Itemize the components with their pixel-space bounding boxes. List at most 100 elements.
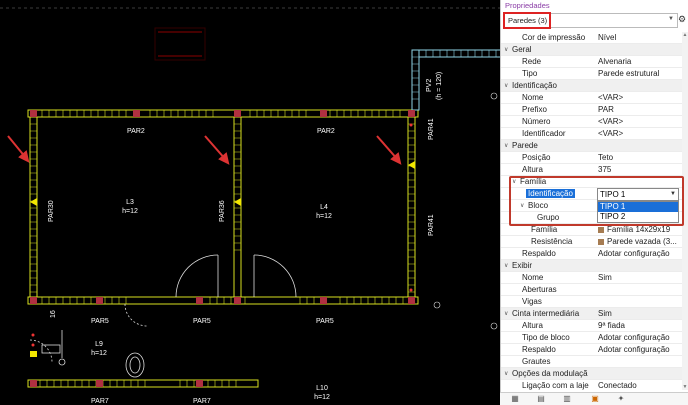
property-value[interactable]: Teto [598,152,680,164]
room-name: L10 [316,385,328,392]
property-row[interactable]: Resistência Parede vazada (3... [501,236,688,248]
property-label: Prefixo [522,105,547,114]
wall-label-par36: PAR36 [219,200,226,222]
property-row[interactable]: Respaldo Adotar configuração [501,248,688,260]
collapse-toggle-icon[interactable]: ∨ [504,140,508,152]
panel-bottom-toolbar: ▦ ▤ ▥ ▣ ✦ [500,392,688,405]
property-value[interactable]: Adotar configuração [598,332,680,344]
layers-icon[interactable]: ▤ [536,394,546,404]
property-row[interactable]: Número <VAR> [501,116,688,128]
property-row[interactable]: Altura 9ª fiada [501,320,688,332]
wall-label-par2-a: PAR2 [127,128,145,135]
property-label: Geral [512,45,532,54]
wall-label-par41-a: PAR41 [428,118,435,140]
property-value[interactable]: <VAR> [598,128,680,140]
wall-label-pv2: PV2 [426,78,433,92]
property-value[interactable]: <VAR> [598,92,680,104]
property-value[interactable]: Alvenaria [598,56,680,68]
property-category[interactable]: ∨ Cinta intermediária Sim [501,308,688,320]
collapse-toggle-icon[interactable]: ∨ [504,44,508,56]
property-value[interactable]: Parede estrutural [598,68,680,80]
property-category[interactable]: ∨ Opções da modulação [501,368,688,380]
panel-title: Propriedades [501,0,688,12]
property-row[interactable]: Aberturas [501,284,688,296]
wall-label-16: 16 [50,310,57,318]
property-value[interactable]: Parede vazada (3... [598,236,680,248]
property-row[interactable]: Grautes [501,356,688,368]
property-row[interactable]: Tipo Parede estrutural [501,68,688,80]
wall-label-par41-b: PAR41 [428,214,435,236]
property-label: Cinta intermediária [512,309,580,318]
property-value[interactable]: Nível [598,32,680,44]
selector-highlight-outline [503,12,551,29]
property-label: Nome [522,273,544,282]
property-row[interactable]: Identificador <VAR> [501,128,688,140]
property-row[interactable]: Altura 375 [501,164,688,176]
property-value[interactable]: PAR [598,104,680,116]
property-value[interactable]: <VAR> [598,116,680,128]
property-label: Respaldo [522,345,556,354]
room-height: h=12 [91,350,107,357]
collapse-toggle-icon[interactable]: ∨ [504,308,508,320]
property-row[interactable]: Nome Sim [501,272,688,284]
property-row[interactable]: Nome <VAR> [501,92,688,104]
property-value[interactable]: Adotar configuração [598,248,680,260]
scroll-down-icon[interactable]: ▼ [682,384,688,390]
floor-plan-svg [0,7,500,388]
cad-drawing-canvas[interactable]: PAR2 PAR2 PAR5 PAR5 PAR5 PAR7 PAR7 PAR30… [0,0,500,405]
chevron-down-icon: ▼ [670,191,676,197]
property-label: Exibir [512,261,533,270]
properties-icon[interactable]: ▣ [590,394,600,404]
room-name: L9 [95,341,103,348]
property-label: Identificador [522,129,566,138]
scroll-up-icon[interactable]: ▲ [682,32,688,38]
collapse-toggle-icon[interactable]: ∨ [504,80,508,92]
property-label: Aberturas [522,285,557,294]
configure-icon[interactable]: ⚙ [677,14,687,26]
property-label: Tipo de bloco [522,333,570,342]
property-row[interactable]: Vigas [501,296,688,308]
wall-label-pv2-height: (h = 120) [436,71,443,100]
collapse-toggle-icon[interactable]: ∨ [504,368,508,380]
pin-icon[interactable]: ✦ [616,394,626,404]
property-row[interactable]: Ligação com a laje Conectado [501,380,688,390]
identificacao-dropdown[interactable]: TIPO 1 ▼ [597,188,679,201]
property-row[interactable]: Respaldo Adotar configuração [501,344,688,356]
property-value[interactable]: 375 [598,164,680,176]
property-category[interactable]: ∨ Exibir [501,260,688,272]
property-value[interactable]: 9ª fiada [598,320,680,332]
grid-icon[interactable]: ▦ [510,394,520,404]
property-value[interactable]: Adotar configuração [598,344,680,356]
property-row[interactable]: Posição Teto [501,152,688,164]
room-label-l9: L9 h=12 [87,340,111,358]
room-label-l4: L4 h=12 [312,203,336,221]
property-category[interactable]: ∨ Geral [501,44,688,56]
property-row[interactable]: Rede Alvenaria [501,56,688,68]
room-height: h=12 [314,394,330,401]
property-row[interactable]: Cor de impressão Nível [501,32,688,44]
wall-label-par2-b: PAR2 [317,128,335,135]
property-value[interactable]: Conectado [598,380,680,390]
property-value[interactable]: Sim [598,272,680,284]
room-label-l10: L10 h=12 [310,384,334,402]
dropdown-option[interactable]: TIPO 1 [598,202,678,212]
wall-label-par30: PAR30 [48,200,55,222]
property-category[interactable]: ∨ Parede [501,140,688,152]
collapse-toggle-icon[interactable]: ∨ [504,260,508,272]
dropdown-option[interactable]: TIPO 2 [598,212,678,222]
property-label: Opções da modulação [512,369,588,378]
table-icon[interactable]: ▥ [562,394,572,404]
property-value[interactable]: Sim [598,308,680,320]
property-row[interactable]: Prefixo PAR [501,104,688,116]
property-value-text: Família 14x29x19 [607,225,671,234]
property-label: Altura [522,165,543,174]
property-label: Resistência [531,237,573,246]
identificacao-dropdown-list: TIPO 1 TIPO 2 [597,201,679,223]
wall-label-par7-a: PAR7 [91,398,109,405]
property-label: Tipo [522,69,538,78]
property-category[interactable]: ∨ Identificação [501,80,688,92]
property-value-text: Parede vazada (3... [607,237,677,246]
property-label: Altura [522,321,543,330]
property-row[interactable]: Tipo de bloco Adotar configuração [501,332,688,344]
dropdown-current-value: TIPO 1 [600,190,626,199]
